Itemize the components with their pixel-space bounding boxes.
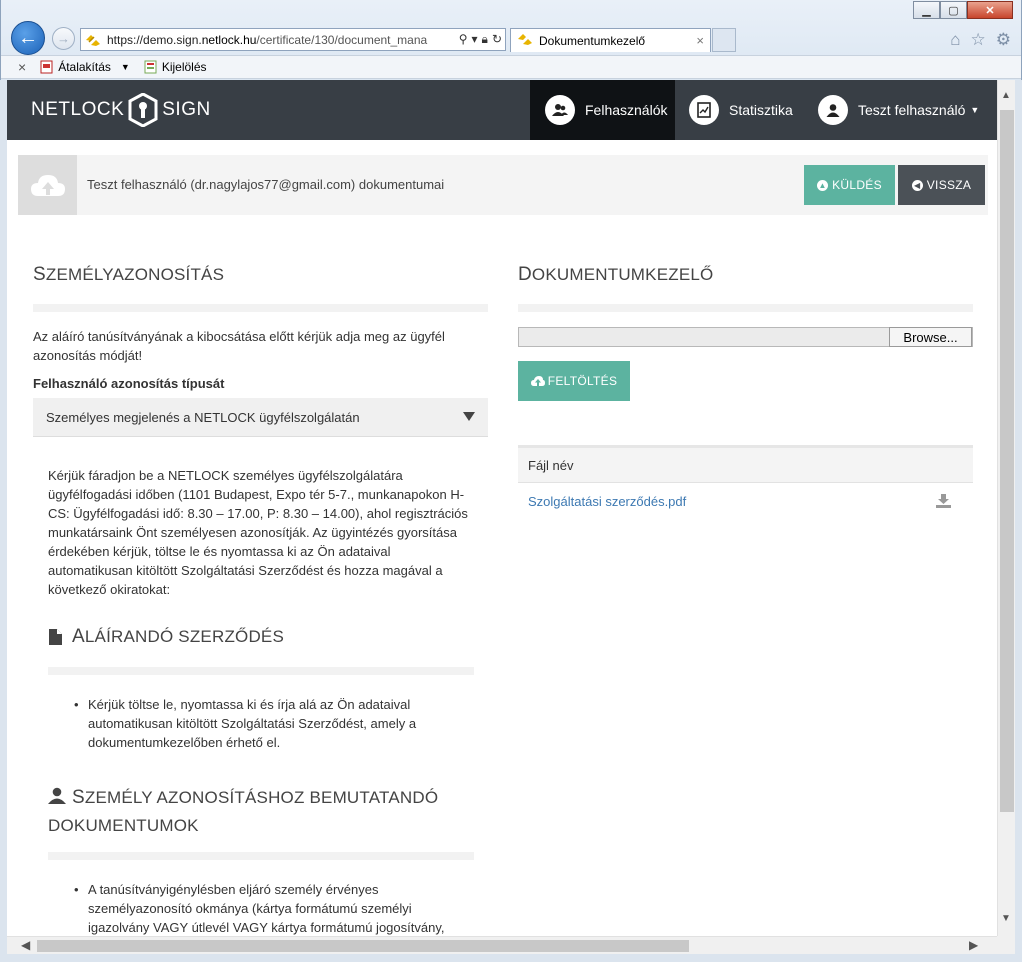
section-separator: [48, 852, 474, 860]
nav-statistics-label: Statisztika: [729, 102, 793, 118]
file-table-header: Fájl név: [518, 445, 973, 483]
page-viewport: NETLOCK SIGN Felhasználók Statisztika Te…: [7, 80, 997, 936]
close-window-button[interactable]: ✕: [967, 1, 1013, 19]
person-icon: [48, 787, 66, 804]
horizontal-scroll-thumb[interactable]: [37, 940, 689, 952]
top-navbar: NETLOCK SIGN Felhasználók Statisztika Te…: [7, 80, 997, 140]
maximize-button[interactable]: ▢: [940, 1, 967, 19]
site-favicon-icon: [85, 33, 101, 47]
tab-close-icon[interactable]: ×: [696, 33, 704, 48]
page-title: Teszt felhasználó (dr.nagylajos77@gmail.…: [87, 177, 445, 192]
arrow-left-circle-icon: ◀: [911, 179, 923, 191]
forward-arrow-icon[interactable]: →: [52, 27, 75, 50]
send-button[interactable]: ▲ KÜLDÉS: [804, 165, 895, 205]
select-icon: [144, 60, 157, 74]
upload-label: FELTÖLTÉS: [547, 374, 618, 388]
tab-favicon-icon: [517, 32, 533, 49]
download-icon[interactable]: [936, 494, 951, 511]
identification-description: Kérjük fáradjon be a NETLOCK személyes ü…: [48, 468, 468, 597]
scrollbar-corner: [997, 936, 1015, 954]
section-title-contract: ALÁÍRANDÓ SZERZŐDÉS: [48, 626, 284, 648]
lock-icon[interactable]: 🔒︎: [482, 32, 488, 47]
scroll-down-icon[interactable]: ▼: [1001, 913, 1011, 924]
window-controls: ▁ ▢ ✕: [913, 1, 1013, 19]
convert-button[interactable]: Átalakítás ▼: [40, 60, 130, 74]
arrow-up-circle-icon: ▲: [817, 179, 829, 191]
select-label: Kijelölés: [161, 60, 207, 74]
new-tab-button[interactable]: [712, 28, 736, 52]
logo-text-left: NETLOCK: [31, 99, 125, 120]
horizontal-scrollbar[interactable]: ◀ ▶: [7, 936, 997, 954]
file-table: Fájl név Szolgáltatási szerződés.pdf: [518, 445, 973, 520]
user-avatar-icon: [818, 95, 848, 125]
list-item: Kérjük töltse le, nyomtassa ki és írja a…: [74, 695, 429, 752]
settings-gear-icon[interactable]: ⚙: [996, 30, 1011, 50]
contract-list: Kérjük töltse le, nyomtassa ki és írja a…: [74, 695, 429, 752]
section-separator: [48, 667, 474, 675]
logo-lock-icon: [128, 93, 158, 127]
back-button[interactable]: ◀ VISSZA: [898, 165, 985, 205]
section-separator: [33, 304, 488, 312]
browse-button[interactable]: Browse...: [889, 327, 972, 347]
address-bar[interactable]: https://demo.sign.netlock.hu/certificate…: [80, 28, 506, 51]
pdf-icon: [40, 60, 53, 74]
back-label: VISSZA: [926, 178, 972, 192]
user-menu[interactable]: Teszt felhasználó ▼: [818, 80, 979, 140]
nav-statistics[interactable]: Statisztika: [689, 80, 793, 140]
netlock-sign-logo[interactable]: NETLOCK SIGN: [31, 93, 211, 127]
list-item: A tanúsítványigénylésben eljáró személy …: [74, 880, 449, 936]
send-label: KÜLDÉS: [832, 178, 882, 192]
convert-label: Átalakítás: [58, 60, 111, 74]
url-text: https://demo.sign.netlock.hu/certificate…: [107, 32, 428, 47]
documents-list: A tanúsítványigénylésben eljáró személy …: [74, 880, 449, 936]
chevron-down-icon: ▼: [970, 105, 980, 115]
dropdown-triangle-icon: [463, 412, 475, 421]
id-type-select[interactable]: Személyes megjelenés a NETLOCK ügyfélszo…: [33, 398, 488, 437]
section-title-identification: SZEMÉLYAZONOSÍTÁS: [33, 264, 225, 285]
search-icon[interactable]: ⚲: [459, 32, 468, 47]
section-separator: [518, 304, 973, 312]
command-bar: × Átalakítás ▼ Kijelölés: [1, 55, 1021, 79]
user-menu-label: Teszt felhasználó: [858, 102, 966, 118]
logo-text-right: SIGN: [162, 99, 211, 120]
id-type-value: Személyes megjelenés a NETLOCK ügyfélszo…: [46, 409, 360, 425]
vertical-scroll-thumb[interactable]: [1000, 110, 1014, 812]
table-row: Szolgáltatási szerződés.pdf: [518, 483, 973, 520]
chevron-down-icon[interactable]: ▼: [121, 62, 130, 72]
favorites-star-icon[interactable]: ☆: [971, 30, 986, 50]
back-arrow-icon[interactable]: ←: [11, 21, 45, 55]
scroll-left-icon[interactable]: ◀: [21, 938, 30, 952]
home-icon[interactable]: ⌂: [950, 30, 960, 50]
page-header-panel: Teszt felhasználó (dr.nagylajos77@gmail.…: [18, 155, 988, 215]
file-link[interactable]: Szolgáltatási szerződés.pdf: [528, 494, 686, 509]
select-button[interactable]: Kijelölés: [144, 60, 207, 74]
cloud-upload-icon: [18, 155, 77, 215]
refresh-icon[interactable]: ↻: [492, 32, 502, 47]
document-icon: [49, 629, 62, 645]
scroll-right-icon[interactable]: ▶: [969, 938, 978, 952]
users-icon: [545, 95, 575, 125]
identification-intro: Az aláíró tanúsítványának a kibocsátása …: [33, 329, 445, 363]
section-title-documents: SZEMÉLY AZONOSÍTÁSHOZ BEMUTATANDÓ DOKUME…: [48, 787, 439, 835]
scroll-up-icon[interactable]: ▲: [1001, 90, 1011, 101]
file-input[interactable]: Browse...: [518, 327, 973, 347]
tab-title: Dokumentumkezelő: [539, 33, 646, 48]
minimize-button[interactable]: ▁: [913, 1, 940, 19]
close-toolbar-icon[interactable]: ×: [18, 59, 26, 75]
tab-dokumentumkezelo[interactable]: Dokumentumkezelő ×: [510, 28, 711, 52]
section-title-document-manager: DOKUMENTUMKEZELŐ: [518, 264, 714, 285]
vertical-scrollbar[interactable]: ▲ ▼: [997, 80, 1015, 936]
dropdown-icon[interactable]: ▾: [472, 32, 478, 47]
nav-users-label: Felhasználók: [585, 102, 668, 118]
statistics-icon: [689, 95, 719, 125]
browser-chrome: ▁ ▢ ✕ ← → https://demo.sign.netlock.hu/c…: [0, 0, 1022, 80]
upload-button[interactable]: FELTÖLTÉS: [518, 361, 630, 401]
cloud-upload-icon: [530, 375, 545, 386]
nav-users[interactable]: Felhasználók: [530, 80, 675, 140]
id-type-label: Felhasználó azonosítás típusát: [33, 376, 225, 391]
